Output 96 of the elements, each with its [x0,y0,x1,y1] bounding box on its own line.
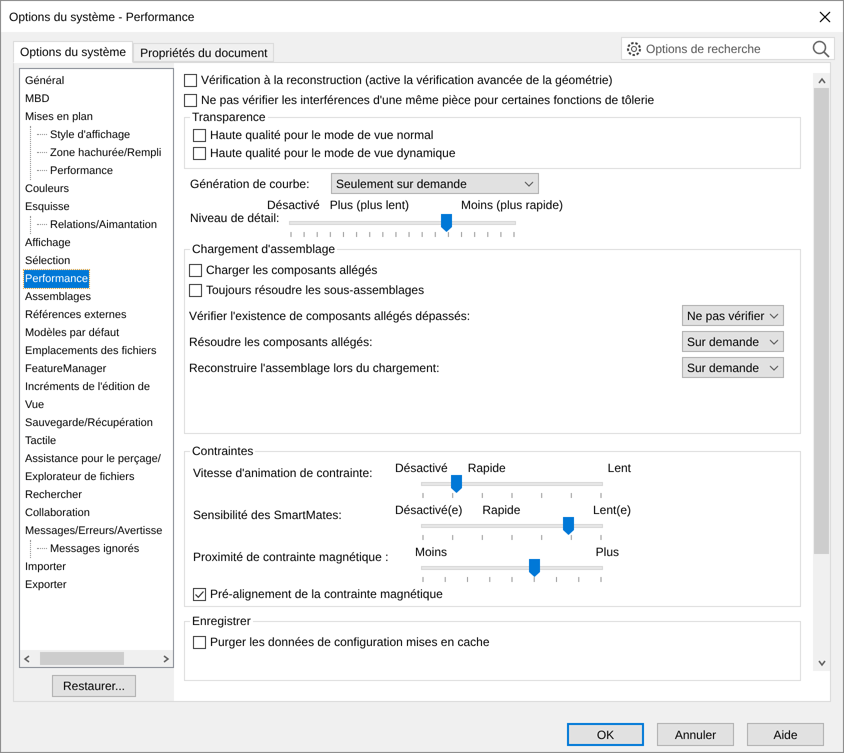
dropdown[interactable]: Seulement sur demande [331,173,539,194]
dropdown[interactable]: Ne pas vérifier [682,305,784,326]
tree-item[interactable]: Relations/Aimantation [49,216,158,234]
scrollbar-thumb[interactable] [40,652,124,665]
checkbox-label: Toujours résoudre les sous-assemblages [206,282,424,299]
field-label: Vérifier l'existence de composants allégés dépassés: [189,308,470,324]
scale-label: Désactivé(e) [395,503,462,517]
close-icon[interactable] [819,10,831,22]
tree-item[interactable]: Vue [24,396,46,414]
checkbox[interactable] [189,264,202,276]
dropdown[interactable]: Sur demande [682,357,784,378]
field-label: Résoudre les composants allégés: [189,334,372,350]
group-title: Enregistrer [190,613,253,629]
scale-label: Désactivé [267,197,320,213]
dialog-button[interactable]: Aide [747,723,824,746]
tree-item[interactable]: Rechercher [24,486,83,504]
dialog-button[interactable]: Annuler [657,723,734,746]
tree-item[interactable]: Esquisse [24,198,71,216]
checkbox[interactable] [193,636,206,648]
tree-item[interactable]: Messages/Erreurs/Avertisse [24,522,164,540]
tree-item[interactable]: Zone hachurée/Rempli [49,144,162,162]
tree-item[interactable]: Exporter [24,576,68,594]
tree-item[interactable]: Modèles par défaut [24,324,120,342]
checkbox[interactable] [189,284,202,296]
tree-item[interactable]: Incréments de l'édition de [24,378,152,396]
window-title: Options du système - Performance [9,8,194,26]
chevron-down-icon [769,338,779,344]
tree-item[interactable]: Collaboration [24,504,91,522]
tree-item[interactable]: Affichage [24,234,72,252]
scale-label: Rapide [482,503,520,517]
tree-item[interactable]: MBD [24,90,50,108]
scale-label: Plus [596,545,619,559]
checkbox[interactable] [184,74,197,86]
scale-label: Plus (plus lent) [330,197,410,214]
chevron-down-icon[interactable] [818,659,826,667]
checkbox[interactable] [184,94,197,106]
chevron-down-icon [769,364,779,370]
tree-item[interactable]: Explorateur de fichiers [24,468,136,486]
checkbox-label: Charger les composants allégés [206,262,378,279]
tree-item[interactable]: Performance [49,162,114,180]
tree-item[interactable]: Emplacements des fichiers [24,342,158,360]
checkbox-label: Ne pas vérifier les interférences d'une même pièce pour certaines fonctions de tôlerie [201,92,654,109]
slider-thumb[interactable] [450,475,462,493]
tree-item[interactable]: Assemblages [24,288,92,306]
checkbox-label: Purger les données de configuration mises en cache [210,634,490,651]
chevron-up-icon[interactable] [818,77,826,85]
scale-label: Lent(e) [592,503,631,517]
tree-item[interactable]: Tactile [24,432,58,450]
checkbox[interactable] [193,588,206,600]
tree-item[interactable]: Performance [24,270,89,288]
chevron-down-icon [524,180,534,186]
checkbox-label: Haute qualité pour le mode de vue dynamique [210,145,456,162]
tree-item[interactable]: Général [24,72,66,90]
tree-item[interactable]: Assistance pour le perçage/ [24,450,162,468]
scrollbar-thumb[interactable] [814,88,829,554]
checkbox-label: Vérification à la reconstruction (active la vérification avancée de la géométrie) [201,72,613,89]
tree-item[interactable]: Couleurs [24,180,70,198]
field-label: Reconstruire l'assemblage lors du chargement: [189,360,440,376]
dialog-button[interactable]: OK [567,723,644,746]
slider-thumb[interactable] [563,517,574,535]
scale-label: Moins [415,545,448,559]
scale-label: Désactivé [395,461,448,475]
vertical-scrollbar[interactable] [813,73,830,671]
settings-icon [626,40,642,56]
search-field[interactable]: Options de recherche [646,40,812,58]
horizontal-scrollbar[interactable] [20,650,173,667]
chevron-left-icon[interactable] [23,654,31,662]
scale-label: Rapide [468,461,506,475]
search-icon[interactable] [812,40,830,58]
tree-item[interactable]: Mises en plan [24,108,94,126]
checkmark-icon [194,588,205,600]
tree-item[interactable]: Messages ignorés [49,540,140,558]
tree-item[interactable]: Sélection [24,252,72,270]
scale-label: Moins (plus rapide) [460,197,563,214]
tab[interactable]: Options du système [13,41,134,63]
dropdown[interactable]: Sur demande [682,331,784,352]
chevron-down-icon [769,312,779,318]
field-label: Génération de courbe: [190,176,310,192]
tree-item[interactable]: Style d'affichage [49,126,132,144]
checkbox[interactable] [193,128,206,142]
tree-item[interactable]: Références externes [24,306,128,324]
checkbox-label: Pré-alignement de la contrainte magnétique [210,586,443,603]
tab[interactable]: Propriétés du document [133,43,274,62]
tree-item[interactable]: FeatureManager [24,360,108,378]
restore-button[interactable]: Restaurer... [52,675,136,697]
checkbox[interactable] [193,146,206,160]
tree-item[interactable]: Sauvegarde/Récupération [24,414,154,432]
chevron-right-icon[interactable] [162,654,170,662]
tree-item[interactable]: Importer [24,558,67,576]
slider-thumb[interactable] [440,214,452,232]
checkbox-label: Haute qualité pour le mode de vue normal [210,127,434,144]
slider-thumb[interactable] [528,559,540,577]
group-title: Chargement d'assemblage [190,241,338,257]
search-box[interactable]: Options de recherche [621,37,835,60]
scale-label: Lent [608,461,631,475]
slider-label: Niveau de détail: [190,210,280,227]
